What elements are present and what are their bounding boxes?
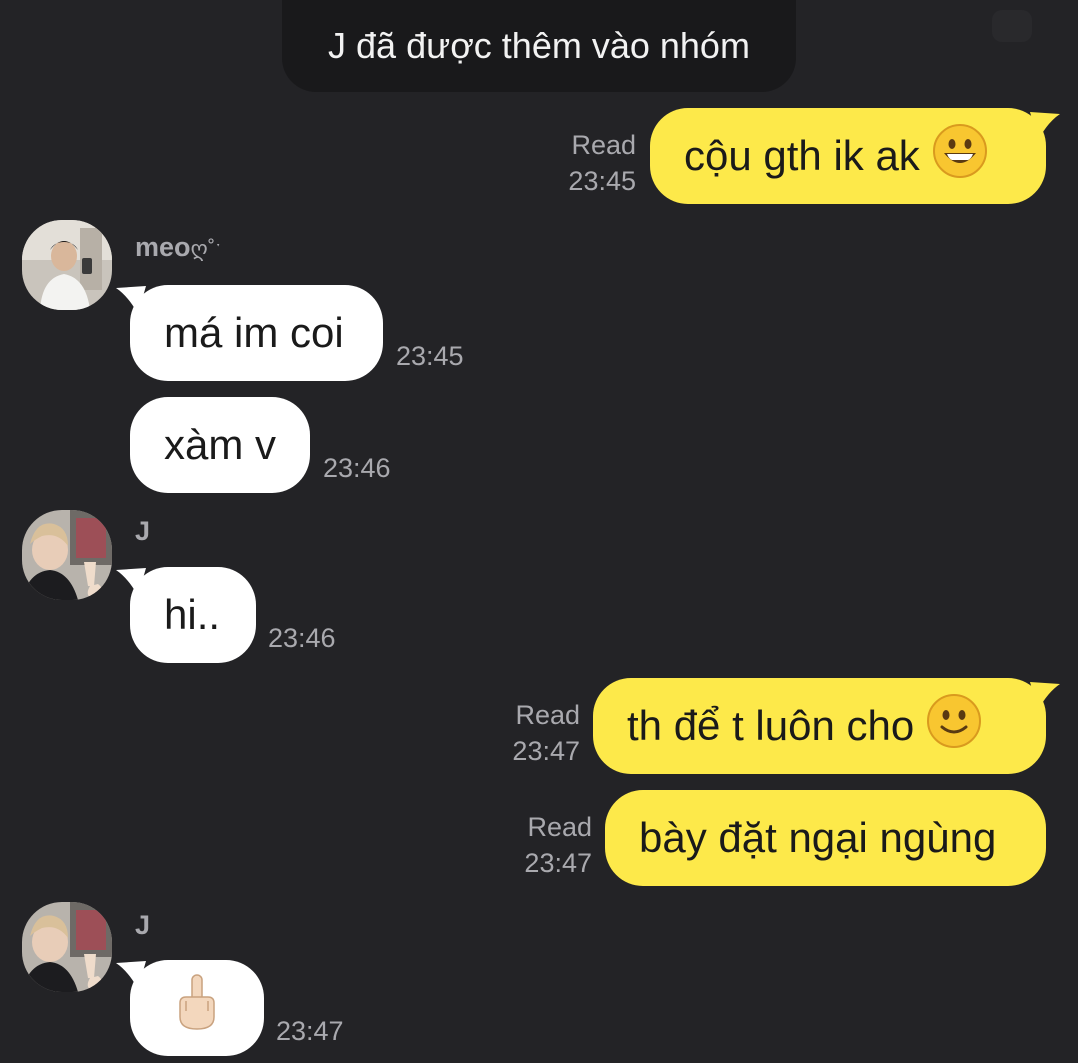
bubble-tail [1030, 682, 1060, 710]
message-time: 23:47 [512, 736, 580, 766]
message-meta: Read 23:47 [512, 697, 580, 769]
read-status: Read [527, 812, 592, 842]
outgoing-message-bubble[interactable]: th để t luôn cho [593, 678, 1046, 774]
incoming-message-bubble[interactable] [130, 960, 264, 1056]
avatar-meo[interactable] [22, 220, 112, 310]
incoming-message-bubble[interactable]: xàm v [130, 397, 310, 493]
avatar-j[interactable] [22, 902, 112, 992]
message-meta: Read 23:45 [568, 127, 636, 199]
message-time: 23:47 [524, 848, 592, 878]
sender-name: J [135, 516, 151, 546]
incoming-message-bubble[interactable]: hi.. [130, 567, 256, 663]
read-status: Read [515, 700, 580, 730]
message-meta: Read 23:47 [524, 809, 592, 881]
message-text: bày đặt ngại ngùng [639, 814, 997, 861]
middle-finger-icon [172, 973, 222, 1043]
avatar-j[interactable] [22, 510, 112, 600]
slightly-smiling-face-icon [926, 693, 982, 759]
message-time: 23:46 [268, 623, 336, 653]
system-notice: J đã được thêm vào nhóm [282, 0, 796, 92]
message-text: cộu gth ik ak [684, 132, 920, 179]
outgoing-message-bubble[interactable]: bày đặt ngại ngùng [605, 790, 1046, 886]
message-time: 23:45 [568, 166, 636, 196]
sender-name: J [135, 910, 151, 940]
message-text: má im coi [164, 309, 344, 356]
incoming-message-bubble[interactable]: má im coi [130, 285, 383, 381]
message-text: th để t luôn cho [627, 702, 915, 749]
sender-name: meoღ˚ˑ [135, 232, 222, 262]
bubble-tail [1030, 112, 1060, 140]
message-time: 23:46 [323, 453, 391, 483]
system-notice-text: J đã được thêm vào nhóm [328, 25, 750, 66]
grinning-face-icon [932, 123, 988, 189]
message-text: hi.. [164, 591, 221, 638]
outgoing-message-bubble[interactable]: cộu gth ik ak [650, 108, 1046, 204]
corner-button[interactable] [992, 10, 1032, 42]
read-status: Read [571, 130, 636, 160]
message-time: 23:47 [276, 1016, 344, 1046]
message-text: xàm v [164, 421, 277, 468]
message-time: 23:45 [396, 341, 464, 371]
